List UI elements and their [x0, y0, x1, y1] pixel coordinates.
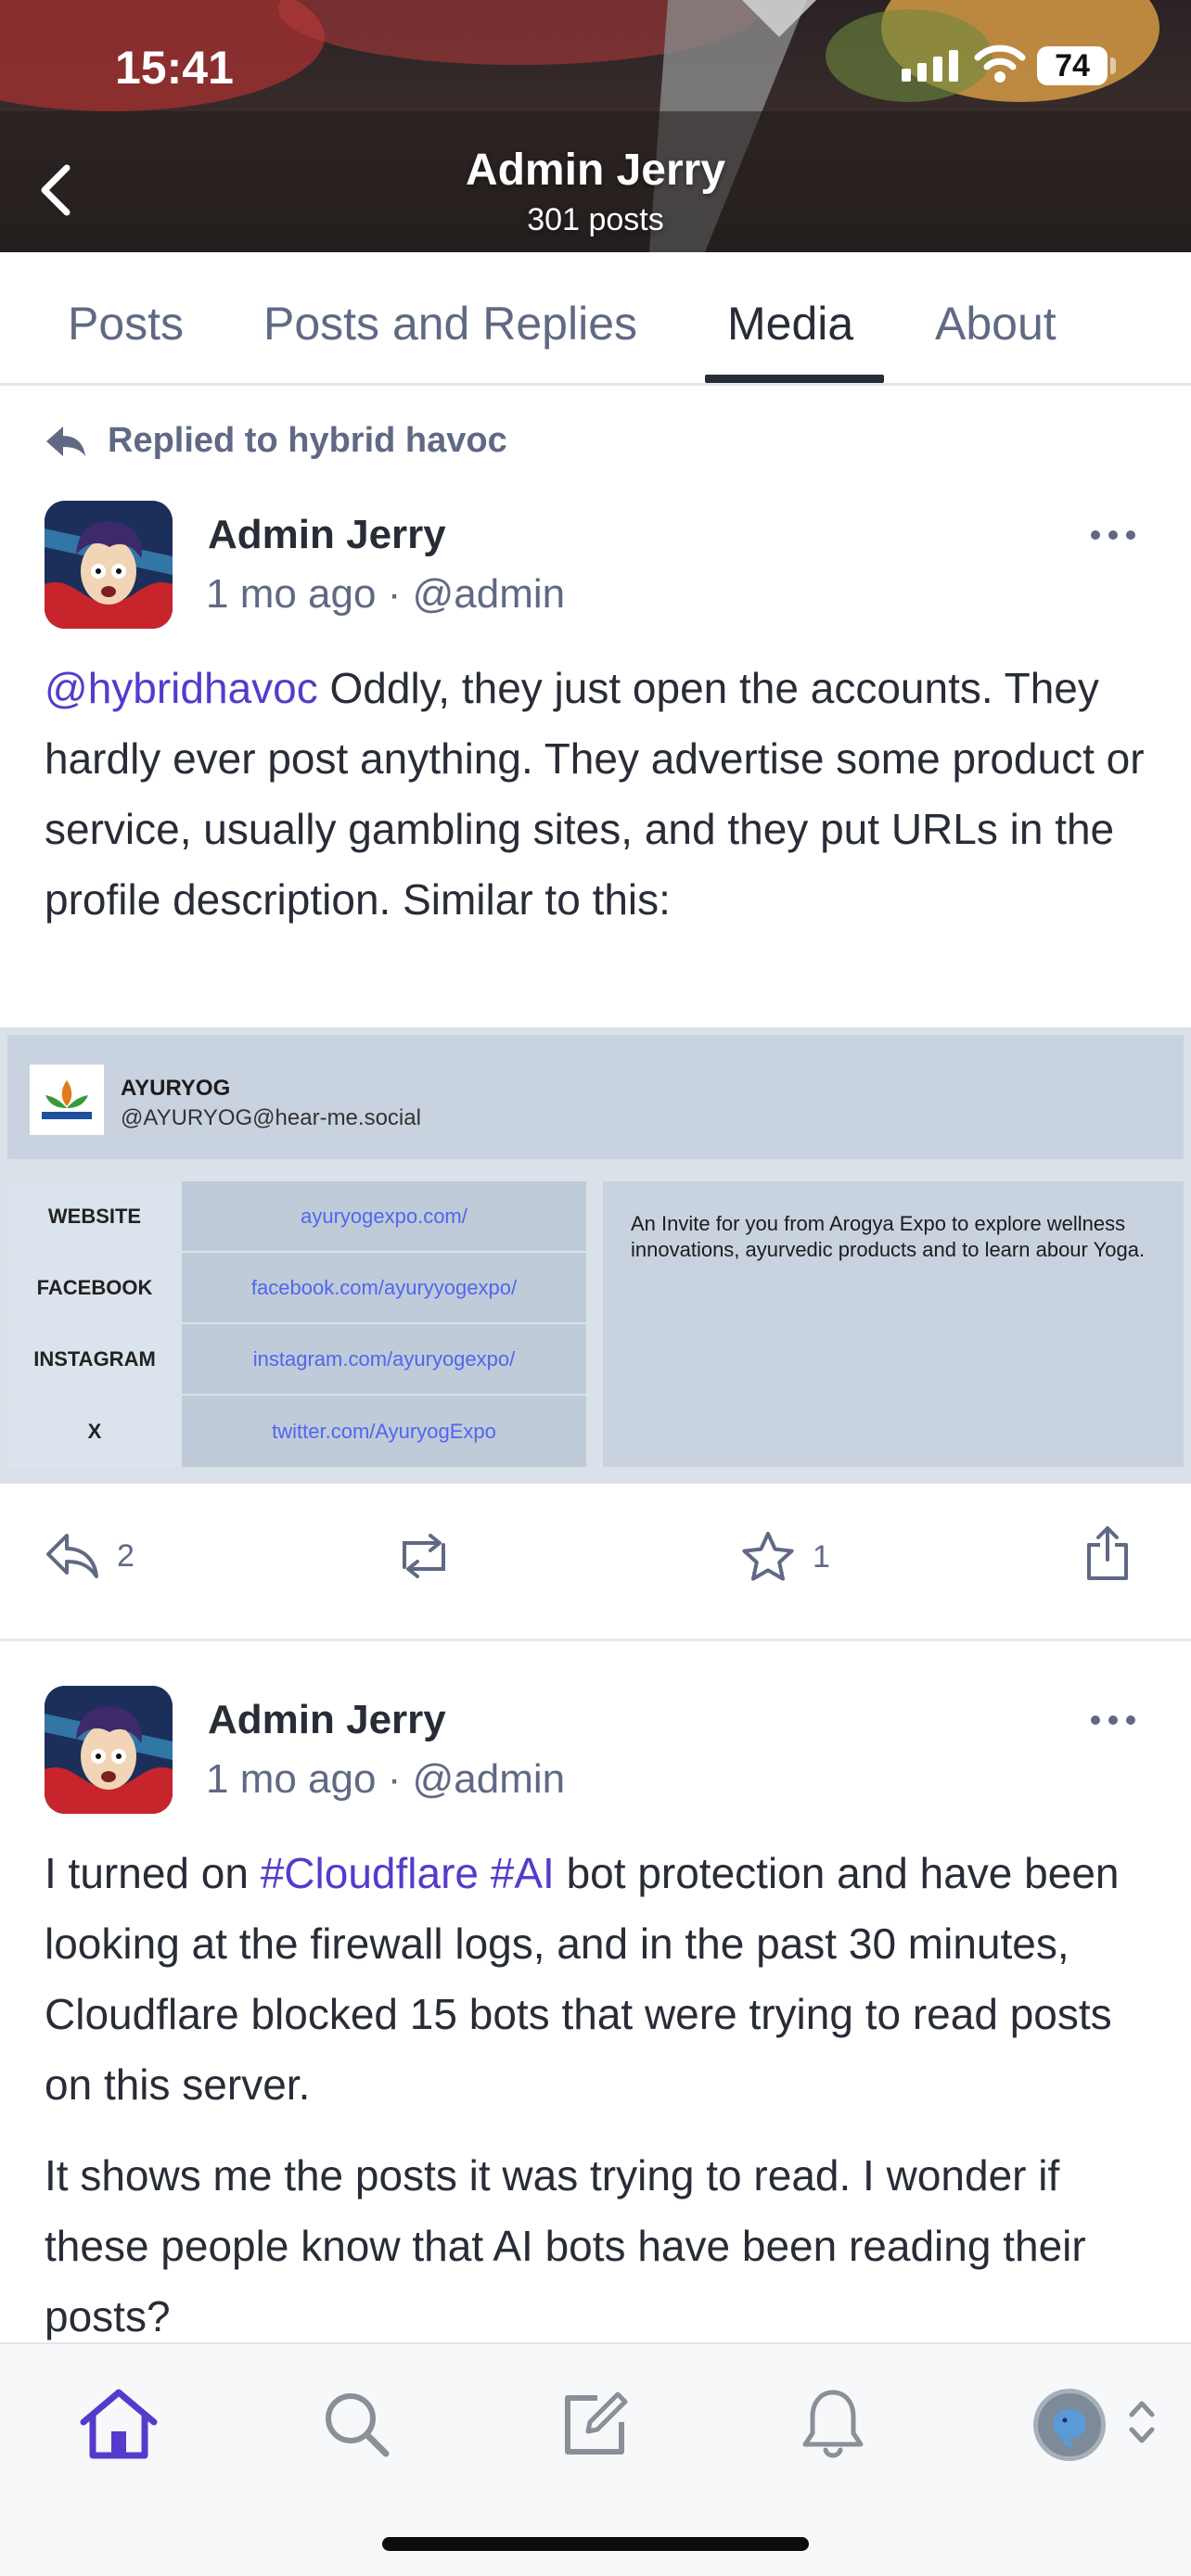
media-field-value: facebook.com/ayuryyogexpo/ [182, 1253, 586, 1322]
profile-name: Admin Jerry [465, 146, 726, 195]
media-description: An Invite for you from Arogya Expo to ex… [603, 1181, 1184, 1467]
reply-context-label: Replied to hybrid havoc [108, 421, 507, 460]
media-field-row: FACEBOOK facebook.com/ayuryyogexpo/ [7, 1253, 586, 1324]
tab-media[interactable]: Media [727, 297, 853, 351]
profile-header: 15:41 74 Admin Jerry 301 posts [0, 0, 1191, 252]
post-text [479, 1849, 491, 1897]
post-author[interactable]: Admin Jerry [208, 512, 446, 558]
avatar-image [45, 501, 173, 629]
profile-tabs: Posts Posts and Replies Media About [0, 252, 1191, 386]
more-options-button[interactable] [1091, 1715, 1135, 1725]
post-content: I turned on #Cloudflare #AI bot protecti… [45, 1838, 1158, 2352]
star-icon [742, 1532, 794, 1581]
avatar[interactable] [45, 1686, 173, 1814]
account-switch-icon[interactable] [1126, 2394, 1158, 2450]
more-dot-icon [1108, 530, 1118, 540]
post-time: 1 mo ago [206, 1756, 377, 1802]
reply-button[interactable]: 2 [45, 1530, 134, 1582]
more-dot-icon [1091, 1715, 1100, 1725]
favourite-button[interactable]: 1 [740, 1530, 830, 1584]
media-field-label: WEBSITE [7, 1181, 182, 1251]
avatar[interactable] [45, 501, 173, 629]
boost-button[interactable] [393, 1530, 455, 1582]
status-bar: 15:41 74 [0, 0, 1191, 130]
mention-link[interactable]: @hybridhavoc [45, 664, 318, 712]
more-options-button[interactable] [1091, 530, 1135, 540]
wifi-icon [974, 45, 1026, 83]
home-indicator[interactable] [382, 2537, 809, 2551]
nav-profile-avatar[interactable] [1033, 2389, 1106, 2461]
media-profile-fields: WEBSITE ayuryogexpo.com/ FACEBOOK facebo… [7, 1181, 586, 1467]
post-meta: 1 mo ago · @admin [206, 1756, 565, 1803]
post-text: I turned on [45, 1849, 261, 1897]
favourite-count: 1 [813, 1538, 830, 1575]
mastodon-elephant-icon [1053, 2409, 1086, 2447]
tab-posts-and-replies[interactable]: Posts and Replies [263, 297, 637, 351]
nav-compose[interactable] [549, 2378, 642, 2470]
post-actions: 2 1 [0, 1511, 1191, 1613]
more-dot-icon [1126, 530, 1135, 540]
post-text: It shows me the posts it was trying to r… [45, 2151, 1086, 2340]
profile-posts-count: 301 posts [527, 202, 664, 237]
share-button[interactable] [1083, 1524, 1132, 1582]
media-field-label: FACEBOOK [7, 1253, 182, 1322]
media-logo [30, 1065, 104, 1135]
nav-notifications[interactable] [787, 2378, 879, 2470]
media-field-label: X [7, 1396, 182, 1467]
meta-separator: · [387, 1756, 413, 1802]
bell-icon [802, 2390, 864, 2458]
tab-posts[interactable]: Posts [68, 297, 184, 351]
active-tab-indicator [705, 375, 884, 383]
media-field-label: INSTAGRAM [7, 1324, 182, 1394]
post-meta: 1 mo ago · @admin [206, 571, 565, 618]
avatar-image [45, 1686, 173, 1814]
media-field-row: X twitter.com/AyuryogExpo [7, 1396, 586, 1467]
media-attachment[interactable]: AYURYOG @AYURYOG@hear-me.social WEBSITE … [0, 1027, 1191, 1484]
hashtag-link[interactable]: #AI [491, 1849, 555, 1897]
tab-about[interactable]: About [935, 297, 1057, 351]
share-icon [1087, 1526, 1128, 1580]
reply-count: 2 [117, 1537, 134, 1574]
reply-context[interactable]: Replied to hybrid havoc [45, 421, 507, 461]
post-content: @hybridhavoc Oddly, they just open the a… [45, 653, 1158, 935]
hashtag-link[interactable]: #Cloudflare [261, 1849, 479, 1897]
compose-icon [565, 2391, 628, 2455]
search-icon [326, 2393, 390, 2457]
more-dot-icon [1126, 1715, 1135, 1725]
media-account-name: AYURYOG [121, 1076, 231, 1101]
nav-home[interactable] [72, 2378, 165, 2470]
media-field-row: INSTAGRAM instagram.com/ayuryogexpo/ [7, 1324, 586, 1396]
more-dot-icon [1091, 530, 1100, 540]
media-profile-card: AYURYOG @AYURYOG@hear-me.social [7, 1035, 1184, 1159]
media-account-handle: @AYURYOG@hear-me.social [121, 1105, 421, 1130]
reply-icon [46, 1534, 98, 1578]
media-field-value: ayuryogexpo.com/ [182, 1181, 586, 1251]
post-handle[interactable]: @admin [413, 571, 566, 617]
cellular-signal-icon [902, 48, 958, 82]
battery-indicator: 74 [1037, 46, 1108, 85]
boost-icon [403, 1534, 445, 1578]
media-field-value: instagram.com/ayuryogexpo/ [182, 1324, 586, 1394]
more-dot-icon [1108, 1715, 1118, 1725]
post-time: 1 mo ago [206, 571, 377, 617]
media-field-row: WEBSITE ayuryogexpo.com/ [7, 1181, 586, 1253]
media-field-value: twitter.com/AyuryogExpo [182, 1396, 586, 1467]
meta-separator: · [387, 571, 413, 617]
post[interactable]: Admin Jerry 1 mo ago · @admin I turned o… [0, 1641, 1191, 2342]
status-time: 15:41 [115, 42, 234, 94]
ayuryog-logo-icon [42, 1080, 92, 1119]
post-handle[interactable]: @admin [413, 1756, 566, 1802]
post[interactable]: Replied to hybrid havoc Admin Jerry 1 mo… [0, 386, 1191, 1641]
post-author[interactable]: Admin Jerry [208, 1697, 446, 1743]
home-icon [80, 2389, 158, 2459]
reply-arrow-icon [46, 426, 85, 456]
battery-cap [1110, 57, 1116, 74]
nav-search[interactable] [310, 2378, 403, 2470]
